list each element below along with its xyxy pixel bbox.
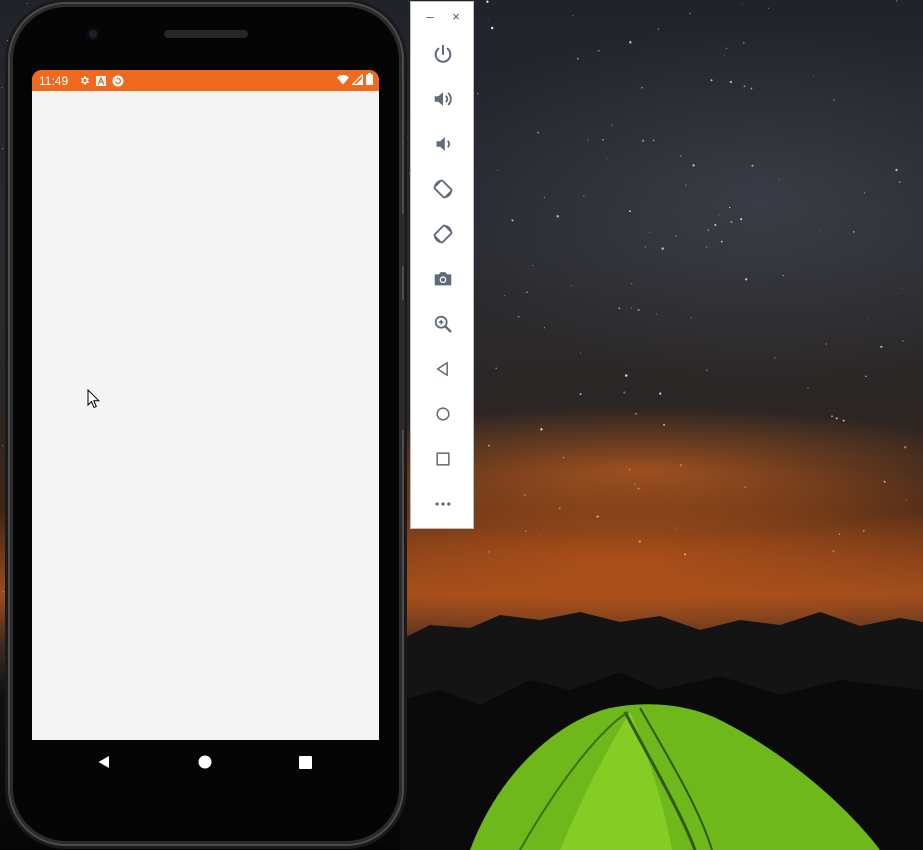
home-circle-icon[interactable] [195, 753, 215, 771]
earpiece-speaker [164, 30, 248, 38]
power-icon[interactable] [431, 42, 455, 66]
cell-signal-icon [351, 72, 364, 88]
rotate-right-icon[interactable] [431, 222, 455, 246]
gear-icon [79, 75, 90, 86]
battery-icon [366, 73, 373, 88]
status-bar: 11:49 [32, 70, 379, 91]
wifi-icon [337, 74, 349, 88]
emulator-toolbar: – × [410, 1, 474, 529]
camera-icon[interactable] [431, 267, 455, 291]
status-right-icons [337, 72, 373, 88]
phone-power-key [400, 214, 405, 266]
android-nav-bar [32, 740, 379, 784]
close-button[interactable]: × [449, 10, 463, 24]
sync-circle-icon [112, 75, 124, 87]
front-camera [87, 28, 99, 40]
home-icon[interactable] [431, 402, 455, 426]
mouse-cursor-icon [87, 389, 101, 409]
back-triangle-icon[interactable] [94, 753, 114, 771]
app-screen[interactable]: 11:49 [32, 70, 379, 740]
overview-icon[interactable] [431, 447, 455, 471]
status-time: 11:49 [39, 73, 69, 88]
phone-volume-key [400, 300, 405, 430]
more-icon[interactable] [431, 492, 455, 516]
rotate-left-icon[interactable] [431, 177, 455, 201]
volume-down-icon[interactable] [431, 132, 455, 156]
overview-square-icon[interactable] [295, 753, 315, 771]
a-letter-icon [96, 75, 106, 86]
zoom-icon[interactable] [431, 312, 455, 336]
volume-up-icon[interactable] [431, 87, 455, 111]
minimize-button[interactable]: – [423, 10, 437, 24]
back-icon[interactable] [431, 357, 455, 381]
